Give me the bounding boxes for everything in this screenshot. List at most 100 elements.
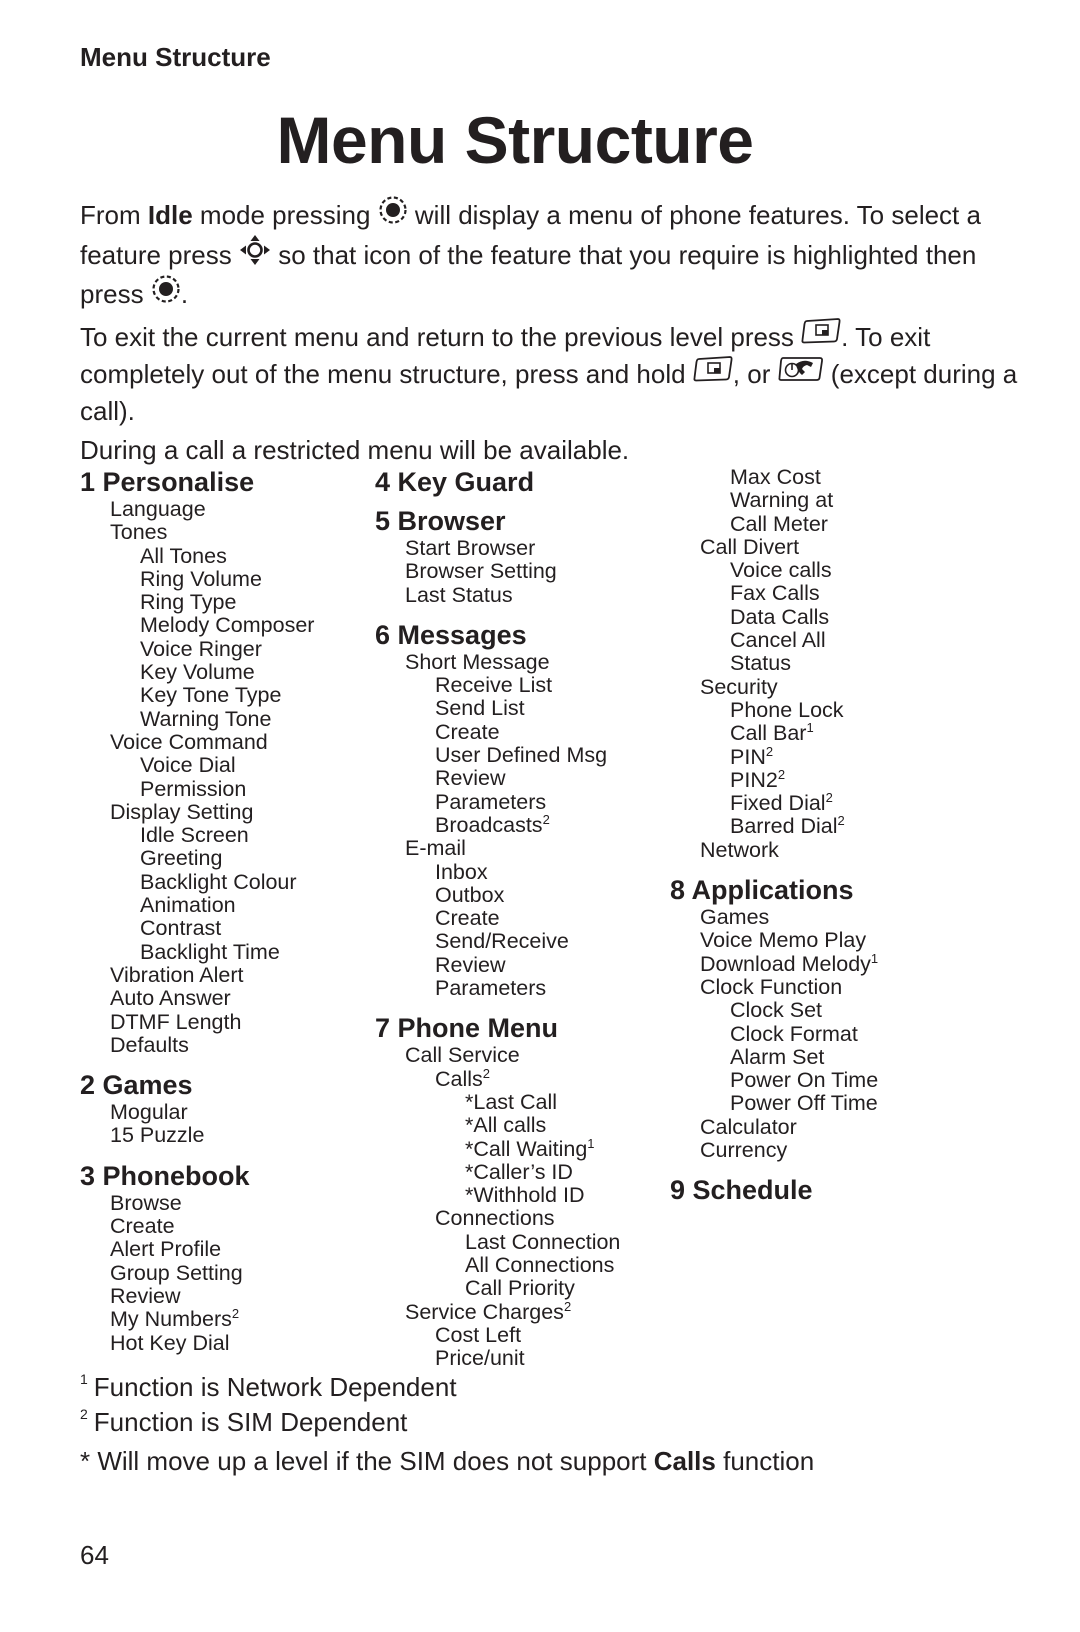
menu-item-label: Backlight Time <box>140 939 280 964</box>
menu-item-label: Clock Format <box>730 1021 858 1046</box>
footnote-reference: 1 <box>806 720 814 736</box>
menu-item: Call Priority <box>375 1277 620 1300</box>
menu-section-heading: 6 Messages <box>375 619 527 650</box>
menu-item: Alarm Set <box>670 1045 878 1069</box>
menu-item-label: All Connections <box>465 1253 615 1278</box>
menu-item: Create <box>80 1214 314 1238</box>
menu-item: *Call Waiting1 <box>375 1135 620 1161</box>
menu-item-label: User Defined Msg <box>435 743 608 768</box>
footnote-sim: 2 Function is SIM Dependent <box>80 1405 814 1440</box>
menu-item-label: All Tones <box>140 543 227 568</box>
menu-section-heading: 7 Phone Menu <box>375 1013 559 1044</box>
menu-item-label: Service Charges <box>405 1299 564 1324</box>
menu-item-label: Call Divert <box>700 534 800 559</box>
menu-item: Defaults <box>80 1033 314 1057</box>
menu-item-label: *All calls <box>465 1113 547 1138</box>
back-softkey-icon <box>693 355 733 392</box>
footnote-marker: 1 <box>80 1371 88 1387</box>
menu-item: Backlight Time <box>80 939 314 964</box>
menu-item: Group Setting <box>80 1261 314 1285</box>
menu-item: Cancel All <box>670 628 878 653</box>
menu-item: Language <box>80 497 314 521</box>
menu-item: Auto Answer <box>80 987 314 1010</box>
menu-section-items: Games Voice Memo Play Download Melody1 Cloc… <box>670 905 878 1163</box>
footnote-text: Function is SIM Dependent <box>93 1407 408 1437</box>
menu-section-items: Start Browser Browser Setting Last Status <box>375 536 620 607</box>
menu-item: 15 Puzzle <box>80 1124 314 1147</box>
footnote-reference: 2 <box>563 1298 572 1314</box>
menu-item: Voice Memo Play <box>670 929 878 952</box>
menu-item-label: DTMF Length <box>110 1009 242 1034</box>
menu-item-label: Price/unit <box>435 1346 525 1371</box>
menu-item: Games <box>670 905 878 929</box>
intro-text-run: , or <box>732 358 778 389</box>
menu-item-label: Cost Left <box>435 1322 522 1347</box>
menu-item-label: Parameters <box>435 976 547 1001</box>
menu-item-label: Outbox <box>435 882 505 907</box>
menu-item-label: PIN <box>730 744 766 769</box>
menu-item-label: Create <box>435 719 500 744</box>
menu-item-label: Display Setting <box>110 799 254 824</box>
menu-item-label: Data Calls <box>730 604 830 629</box>
intro-paragraph-navigation: From Idle mode pressing will display a m… <box>80 195 1020 316</box>
menu-item: Create <box>375 907 620 930</box>
menu-item: Melody Composer <box>80 614 314 637</box>
intro-text-run: From <box>80 200 148 231</box>
menu-section-items: Language Tones All Tones Ring Volume Ring Ty… <box>80 497 314 1057</box>
menu-item: Currency <box>670 1138 878 1163</box>
menu-item: DTMF Length <box>80 1009 314 1034</box>
menu-item: Security <box>670 675 878 699</box>
menu-item: Key Volume <box>80 660 314 684</box>
menu-section-heading: 1 Personalise <box>80 467 255 497</box>
menu-item-label: Cancel All <box>730 628 826 653</box>
menu-item: Hot Key Dial <box>80 1331 314 1355</box>
menu-item: Fax Calls <box>670 582 878 605</box>
menu-item: Barred Dial2 <box>670 814 878 838</box>
menu-item-label: Phone Lock <box>730 697 844 722</box>
menu-item-label: *Caller’s ID <box>465 1159 573 1184</box>
menu-item-label: Parameters <box>435 789 547 814</box>
menu-item: My Numbers2 <box>80 1307 314 1332</box>
menu-item: Cost Left <box>375 1322 620 1347</box>
page-title: Menu Structure <box>276 103 754 177</box>
menu-item: PIN2 <box>670 744 878 769</box>
menu-item: Data Calls <box>670 604 878 629</box>
menu-item-label: Currency <box>700 1138 788 1163</box>
menu-item: Call Meter <box>670 512 878 536</box>
menu-item: Status <box>670 652 878 675</box>
menu-item-label: Warning at <box>730 488 834 513</box>
menu-item-label: Download Melody <box>700 951 871 976</box>
page-number: 64 <box>80 1540 109 1570</box>
menu-item-label: Calls <box>435 1066 483 1091</box>
select-key-icon <box>151 274 181 313</box>
intro-text-run: To exit the current menu and return to t… <box>80 321 802 352</box>
footnote-reference: 1 <box>587 1135 595 1151</box>
end-call-key-icon <box>778 355 824 392</box>
menu-item-label: Melody Composer <box>140 613 315 638</box>
menu-item-label: Tones <box>110 520 168 545</box>
menu-item-label: Backlight Colour <box>140 869 297 894</box>
menu-column-3: Max Cost Warning at Call Meter Call Divert V… <box>670 465 878 1213</box>
menu-item-label: Fixed Dial <box>730 791 826 816</box>
menu-item-label: Language <box>110 497 206 521</box>
menu-section-items: Short Message Receive List Send List Create… <box>375 650 620 1001</box>
menu-item-label: *Call Waiting <box>465 1136 588 1161</box>
menu-item-label: My Numbers <box>110 1307 232 1332</box>
menu-item: Start Browser <box>375 536 620 560</box>
menu-item: Inbox <box>375 860 620 884</box>
intro-paragraph-exit: To exit the current menu and return to t… <box>80 318 1020 429</box>
menu-column-1: 1 Personalise Language Tones All Tones Ring … <box>80 466 314 1367</box>
menu-item: Send List <box>375 697 620 720</box>
menu-item-label: E-mail <box>405 836 466 861</box>
menu-item-label: Last Connection <box>465 1229 621 1254</box>
menu-item-label: Browse <box>110 1190 182 1215</box>
menu-item-label: Review <box>435 766 506 791</box>
menu-item: Review <box>80 1283 314 1308</box>
footnote-marker: 2 <box>80 1406 88 1422</box>
select-key-icon <box>378 195 408 234</box>
footnotes: 1 Function is Network Dependent 2 Function… <box>80 1370 814 1479</box>
menu-item-label: Review <box>110 1283 181 1308</box>
menu-item: Review <box>375 767 620 790</box>
menu-item: Receive List <box>375 674 620 697</box>
menu-item-label: *Withhold ID <box>465 1183 585 1208</box>
